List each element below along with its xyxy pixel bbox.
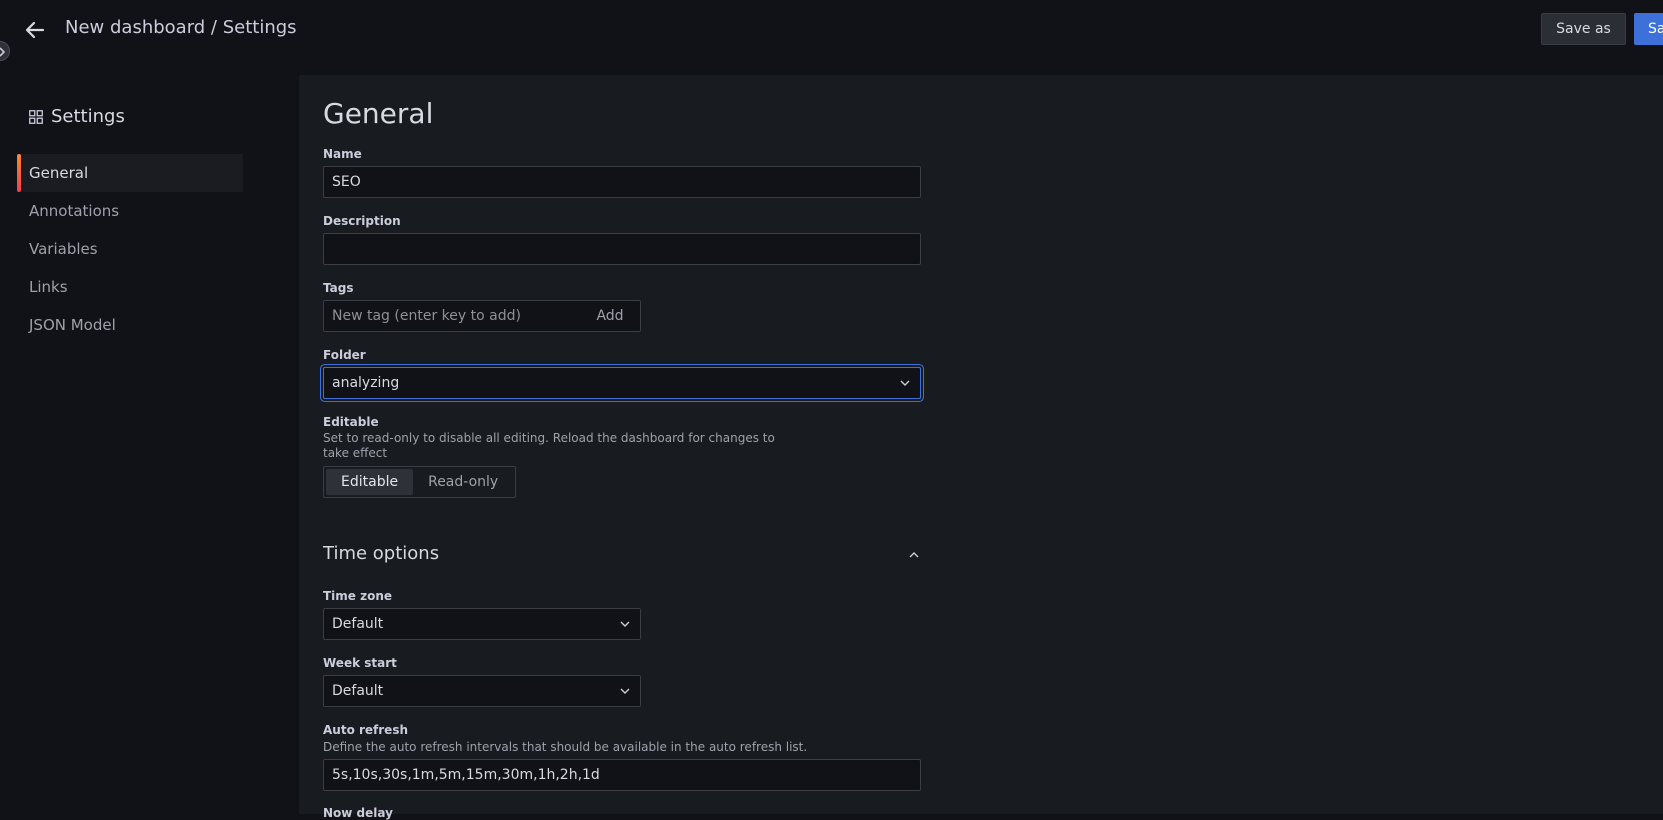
editable-radio-group: Editable Read-only — [323, 466, 517, 498]
description-label: Description — [323, 214, 401, 228]
folder-select-value: analyzing — [332, 375, 400, 391]
auto-refresh-input[interactable] — [323, 759, 921, 791]
read-only-option[interactable]: Read-only — [413, 469, 513, 495]
sidebar-item-general[interactable]: General — [17, 154, 243, 192]
add-tag-button[interactable]: Add — [580, 308, 640, 324]
expand-menu-handle[interactable] — [0, 41, 10, 61]
folder-select[interactable]: analyzing — [323, 367, 921, 399]
apps-grid-icon — [29, 109, 43, 124]
section-heading-general: General — [323, 97, 434, 130]
week-start-select[interactable]: Default — [323, 675, 641, 707]
sidebar-item-label: Links — [29, 278, 68, 296]
tags-label: Tags — [323, 281, 354, 295]
sidebar-item-variables[interactable]: Variables — [17, 230, 243, 268]
sidebar-item-label: Annotations — [29, 202, 120, 220]
sidebar-item-label: JSON Model — [29, 316, 116, 334]
sidebar-item-annotations[interactable]: Annotations — [17, 192, 243, 230]
week-start-select-value: Default — [332, 683, 384, 699]
settings-panel: General Name Description Tags Add Folder… — [299, 75, 1663, 820]
auto-refresh-label: Auto refresh — [323, 723, 409, 737]
save-as-button[interactable]: Save as — [1541, 13, 1626, 45]
name-input[interactable] — [323, 166, 921, 198]
time-zone-select[interactable]: Default — [323, 608, 641, 640]
editable-option[interactable]: Editable — [326, 469, 414, 495]
save-button[interactable]: Save — [1634, 13, 1663, 45]
sidebar-title: Settings — [29, 106, 125, 127]
chevron-down-icon — [620, 621, 630, 627]
page-title: New dashboard / Settings — [65, 17, 297, 38]
name-label: Name — [323, 147, 362, 161]
editable-description: Set to read-only to disable all editing.… — [323, 431, 775, 460]
back-button[interactable] — [22, 17, 48, 43]
sidebar-item-links[interactable]: Links — [17, 268, 243, 306]
chevron-down-icon — [620, 688, 630, 694]
sidebar-item-label: General — [29, 164, 89, 182]
time-options-title: Time options — [323, 543, 440, 564]
time-zone-select-value: Default — [332, 616, 384, 632]
tags-input[interactable] — [324, 301, 580, 331]
editable-label: Editable — [323, 415, 379, 429]
tags-field: Add — [323, 300, 641, 332]
chevron-up-icon — [909, 552, 919, 558]
description-input[interactable] — [323, 233, 921, 265]
now-delay-label: Now delay — [323, 806, 393, 820]
folder-label: Folder — [323, 348, 366, 362]
time-options-collapse-button[interactable] — [906, 547, 922, 563]
chevron-down-icon — [900, 380, 910, 386]
chevron-right-icon — [0, 47, 5, 57]
settings-nav: General Annotations Variables Links JSON… — [17, 154, 243, 344]
sidebar-title-label: Settings — [51, 106, 125, 127]
sidebar-item-json-model[interactable]: JSON Model — [17, 306, 243, 344]
auto-refresh-description: Define the auto refresh intervals that s… — [323, 740, 808, 754]
time-zone-label: Time zone — [323, 589, 393, 603]
week-start-label: Week start — [323, 656, 397, 670]
arrow-left-icon — [25, 21, 45, 39]
sidebar-item-label: Variables — [29, 240, 98, 258]
top-bar: New dashboard / Settings Save as Save — [0, 0, 1663, 61]
